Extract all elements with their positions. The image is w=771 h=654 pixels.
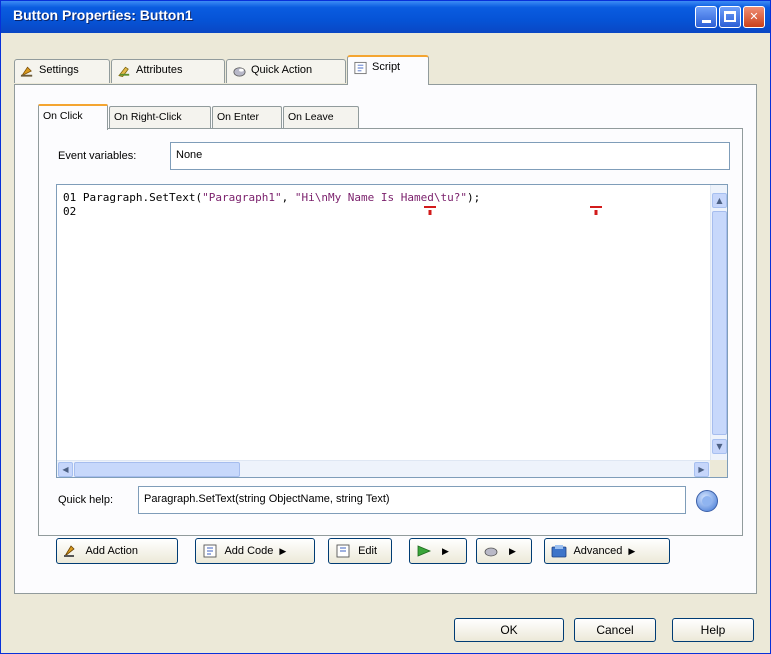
tab-on-right-click[interactable]: On Right-Click: [109, 106, 211, 128]
maximize-button[interactable]: [719, 6, 741, 28]
add-code-icon: [203, 544, 217, 558]
help-button[interactable]: Help: [672, 618, 754, 642]
script-editor[interactable]: 01 Paragraph.SetText("Paragraph1", "Hi\n…: [56, 184, 728, 478]
attributes-icon: [118, 66, 130, 78]
tab-quick-action-label: Quick Action: [251, 64, 313, 76]
event-variables-value: None: [176, 149, 203, 161]
vertical-scroll-thumb[interactable]: [712, 211, 727, 435]
maximize-icon: [724, 11, 736, 22]
tab-settings-label: Settings: [39, 64, 79, 76]
code-separator: ,: [281, 191, 295, 204]
edit-button[interactable]: Edit: [328, 538, 392, 564]
add-action-button[interactable]: Add Action: [56, 538, 178, 564]
code-string-text: "Hi\nMy Name Is Hamed\tu?": [294, 191, 468, 204]
tools-icon: [484, 547, 498, 557]
tab-on-leave[interactable]: On Leave: [283, 106, 359, 128]
horizontal-scrollbar[interactable]: ◀ ▶: [57, 460, 712, 477]
event-variables-label: Event variables:: [58, 150, 137, 162]
title-bar[interactable]: Button Properties: Button1 ✕: [1, 1, 770, 33]
scrollbar-corner: [710, 460, 727, 477]
help-orb-icon: [702, 496, 712, 506]
tab-on-click-label: On Click: [43, 110, 83, 122]
dropdown-arrow-icon: ▶: [279, 545, 287, 556]
add-code-label: Add Code: [224, 544, 274, 557]
code-call: Paragraph.SetText(: [82, 191, 203, 204]
minimize-icon: [701, 20, 711, 23]
advanced-icon: [551, 545, 567, 558]
cancel-button[interactable]: Cancel: [574, 618, 656, 642]
close-icon: ✕: [749, 10, 759, 23]
tab-attributes-label: Attributes: [136, 64, 183, 76]
minimize-button[interactable]: [695, 6, 717, 28]
event-variables-field[interactable]: None: [170, 142, 730, 170]
add-action-icon: [64, 545, 75, 557]
settings-icon: [20, 66, 33, 77]
tab-script[interactable]: Script: [347, 55, 429, 85]
edit-icon: [336, 544, 350, 558]
tab-on-leave-label: On Leave: [288, 111, 334, 123]
scroll-right-icon[interactable]: ▶: [694, 462, 709, 477]
tab-on-right-click-label: On Right-Click: [114, 111, 182, 123]
quick-help-value: Paragraph.SetText(string ObjectName, str…: [144, 493, 390, 505]
code-close: );: [467, 191, 481, 204]
dropdown-arrow-icon: ▶: [442, 545, 449, 556]
tab-attributes[interactable]: Attributes: [111, 59, 225, 83]
tab-on-enter[interactable]: On Enter: [212, 106, 282, 128]
dropdown-arrow-icon: ▶: [509, 545, 516, 556]
add-code-button[interactable]: Add Code ▶: [195, 538, 315, 564]
line-number-2: 02: [63, 205, 77, 218]
code-string-object: "Paragraph1": [202, 191, 282, 204]
tab-on-click[interactable]: On Click: [38, 104, 108, 130]
advanced-label: Advanced: [573, 544, 623, 557]
edit-label: Edit: [358, 544, 378, 557]
close-button[interactable]: ✕: [743, 6, 765, 28]
error-marker-icon: [590, 206, 602, 215]
quick-help-label: Quick help:: [58, 494, 114, 506]
help-orb-button[interactable]: [696, 490, 718, 512]
run-icon: [417, 545, 432, 557]
vertical-scrollbar[interactable]: ▲ ▼: [710, 185, 727, 462]
script-icon: [354, 61, 367, 75]
horizontal-scroll-thumb[interactable]: [74, 462, 240, 477]
code-area[interactable]: 01 Paragraph.SetText("Paragraph1", "Hi\n…: [63, 191, 480, 219]
scroll-down-icon[interactable]: ▼: [712, 439, 727, 454]
dropdown-arrow-icon: ▶: [628, 545, 636, 556]
tab-settings[interactable]: Settings: [14, 59, 110, 83]
window-title: Button Properties: Button1: [13, 7, 193, 23]
ok-label: OK: [500, 623, 518, 637]
help-label: Help: [700, 623, 726, 637]
tab-quick-action[interactable]: Quick Action: [226, 59, 346, 83]
quick-action-icon: [233, 67, 246, 77]
tools-button[interactable]: ▶: [476, 538, 532, 564]
cancel-label: Cancel: [596, 623, 634, 637]
scroll-left-icon[interactable]: ◀: [58, 462, 73, 477]
advanced-button[interactable]: Advanced ▶: [544, 538, 670, 564]
scroll-up-icon[interactable]: ▲: [712, 193, 727, 208]
line-number-1: 01: [63, 191, 77, 204]
add-action-label: Add Action: [85, 544, 139, 557]
ok-button[interactable]: OK: [454, 618, 564, 642]
tab-script-label: Script: [372, 61, 401, 73]
error-marker-icon: [424, 206, 436, 215]
run-button[interactable]: ▶: [409, 538, 467, 564]
quick-help-field: Paragraph.SetText(string ObjectName, str…: [138, 486, 686, 514]
tab-on-enter-label: On Enter: [217, 111, 260, 123]
